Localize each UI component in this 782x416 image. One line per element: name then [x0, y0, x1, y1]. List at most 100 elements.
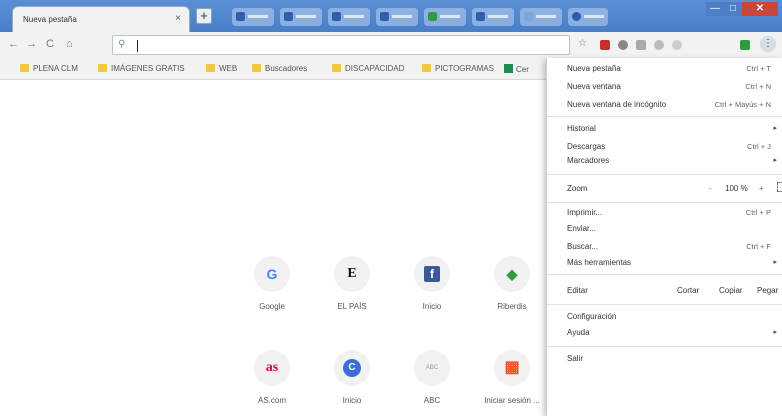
close-tab-icon[interactable]: ×	[175, 13, 181, 24]
tab-title: Nueva pestaña	[23, 15, 77, 24]
extension-icon[interactable]	[654, 40, 664, 50]
folder-icon	[98, 64, 107, 72]
toolbar: ← → C ⌂ ⚲ ☆ ⋮	[0, 32, 782, 58]
forward-arrow-icon[interactable]: →	[26, 38, 37, 50]
folder-icon	[332, 64, 341, 72]
zoom-in-button[interactable]: +	[759, 184, 764, 193]
sheets-icon	[504, 64, 513, 73]
shortcut-tile[interactable]: C Inicio	[320, 350, 384, 405]
google-icon: G	[266, 266, 278, 282]
shortcut-tile[interactable]: ▦ Iniciar sesión ...	[480, 350, 544, 405]
menu-item-settings[interactable]: Configuración	[567, 312, 779, 326]
shortcut-tile[interactable]: ABC ABC	[400, 350, 464, 405]
bookmark-folder[interactable]: PLENA CLM	[20, 64, 78, 76]
tab-favicon-icon	[332, 12, 341, 21]
background-tab[interactable]	[568, 8, 608, 26]
menu-separator	[547, 304, 782, 305]
riberdis-icon: ◆	[506, 266, 518, 282]
menu-separator	[547, 346, 782, 347]
site-icon: C	[343, 359, 361, 377]
close-window-button[interactable]: ✕	[742, 2, 778, 16]
folder-icon	[252, 64, 261, 72]
menu-item-incognito[interactable]: Nueva ventana de incógnito Ctrl + Mayús +…	[567, 100, 779, 114]
background-tab[interactable]	[280, 8, 322, 26]
shortcut-tile[interactable]: G Google	[240, 256, 304, 311]
tab-favicon-icon	[476, 12, 485, 21]
background-tab[interactable]	[424, 8, 466, 26]
tab-favicon-icon	[572, 12, 581, 21]
bookmark-folder[interactable]: DISCAPACIDAD	[332, 64, 404, 76]
menu-item-find[interactable]: Buscar... Ctrl + F	[567, 242, 779, 256]
shortcut-tile[interactable]: f Inicio	[400, 256, 464, 311]
extension-icon[interactable]	[600, 40, 610, 50]
extension-icon[interactable]	[672, 40, 682, 50]
microsoft-icon: ▦	[504, 359, 520, 376]
folder-icon	[206, 64, 215, 72]
search-icon: ⚲	[118, 39, 126, 50]
menu-separator	[547, 116, 782, 117]
bookmark-folder[interactable]: WEB	[206, 64, 237, 76]
shortcut-label: Iniciar sesión ...	[484, 396, 540, 405]
shortcut-tile[interactable]: ◆ Riberdis	[480, 256, 544, 311]
new-tab-button[interactable]: +	[196, 8, 212, 24]
menu-item-more-tools[interactable]: Más herramientas ▸	[567, 258, 779, 272]
address-bar[interactable]: ⚲	[112, 35, 570, 55]
menu-item-bookmarks[interactable]: Marcadores ▸	[567, 156, 779, 170]
bookmark-folder[interactable]: IMÁGENES GRATIS	[98, 64, 185, 76]
background-tab[interactable]	[232, 8, 274, 26]
shortcut-label: Inicio	[422, 302, 442, 311]
extension-icon[interactable]	[618, 40, 628, 50]
shortcut-tile[interactable]: as AS.com	[240, 350, 304, 405]
menu-item-zoom: Zoom - 100 % +	[567, 182, 782, 198]
extension-icon[interactable]	[636, 40, 646, 50]
shortcut-label: Riberdis	[497, 302, 527, 311]
chrome-main-menu: Nueva pestaña Ctrl + T Nueva ventana Ctrl …	[546, 58, 782, 416]
bookmark-link[interactable]: Cer	[504, 64, 529, 76]
menu-separator	[547, 202, 782, 203]
background-tab[interactable]	[376, 8, 418, 26]
extension-icon[interactable]	[740, 40, 750, 50]
menu-item-new-tab[interactable]: Nueva pestaña Ctrl + T	[567, 64, 779, 78]
menu-item-history[interactable]: Historial ▸	[567, 124, 779, 138]
background-tab[interactable]	[520, 8, 562, 26]
submenu-arrow-icon: ▸	[773, 125, 777, 132]
tab-favicon-icon	[380, 12, 389, 21]
fullscreen-icon[interactable]	[777, 182, 782, 192]
menu-item-print[interactable]: Imprimir... Ctrl + P	[567, 208, 779, 222]
menu-item-downloads[interactable]: Descargas Ctrl + J	[567, 142, 779, 156]
submenu-arrow-icon: ▸	[773, 157, 777, 164]
tab-favicon-icon	[284, 12, 293, 21]
chrome-menu-button[interactable]: ⋮	[760, 36, 776, 52]
reload-icon[interactable]: C	[46, 38, 54, 50]
text-caret	[137, 40, 138, 52]
bookmark-folder[interactable]: PICTOGRAMAS	[422, 64, 494, 76]
bookmark-folder[interactable]: Buscadores	[252, 64, 307, 76]
menu-item-exit[interactable]: Salir	[567, 354, 779, 368]
tab-favicon-icon	[236, 12, 245, 21]
menu-item-send[interactable]: Enviar...	[567, 224, 779, 238]
tab-favicon-icon	[428, 12, 437, 21]
zoom-level: 100 %	[725, 184, 748, 193]
shortcut-label: ABC	[423, 396, 441, 405]
submenu-arrow-icon: ▸	[773, 259, 777, 266]
home-icon[interactable]: ⌂	[66, 38, 73, 50]
menu-item-help[interactable]: Ayuda ▸	[567, 328, 779, 342]
zoom-out-button[interactable]: -	[709, 184, 712, 193]
menu-item-new-window[interactable]: Nueva ventana Ctrl + N	[567, 82, 779, 96]
folder-icon	[422, 64, 431, 72]
background-tab[interactable]	[328, 8, 370, 26]
copy-button[interactable]: Copiar	[719, 286, 743, 295]
facebook-icon: f	[424, 266, 440, 282]
back-arrow-icon[interactable]: ←	[8, 38, 19, 50]
maximize-button[interactable]: □	[724, 2, 742, 16]
submenu-arrow-icon: ▸	[773, 329, 777, 336]
bookmark-star-icon[interactable]: ☆	[578, 38, 587, 49]
shortcut-tile[interactable]: E EL PAÍS	[320, 256, 384, 311]
tab-strip: Nueva pestaña × + — □ ✕	[0, 0, 782, 32]
cut-button[interactable]: Cortar	[677, 286, 699, 295]
paste-button[interactable]: Pegar	[757, 286, 778, 295]
background-tab[interactable]	[472, 8, 514, 26]
minimize-button[interactable]: —	[706, 2, 724, 16]
menu-item-edit: Editar Cortar Copiar Pegar	[567, 286, 779, 295]
tab-new-tab[interactable]: Nueva pestaña ×	[12, 6, 190, 32]
